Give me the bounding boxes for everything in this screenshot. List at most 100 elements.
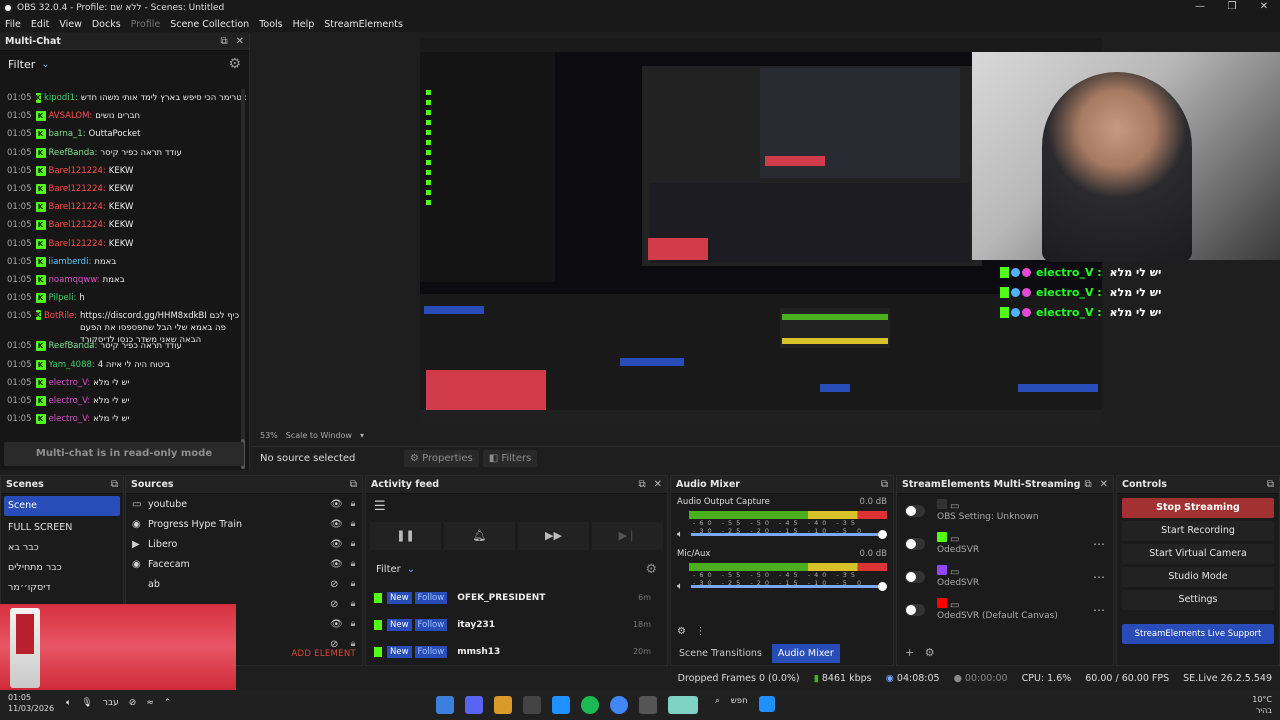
toggle-switch[interactable] bbox=[905, 603, 925, 616]
undock-icon[interactable]: ⧉ bbox=[1267, 479, 1274, 490]
message-user[interactable]: kipodi1: bbox=[44, 93, 78, 103]
gear-icon[interactable]: ⚙ bbox=[677, 626, 686, 637]
more-icon[interactable]: ⋯ bbox=[1093, 570, 1105, 584]
search-icon[interactable]: ⌕ bbox=[715, 696, 720, 714]
close-icon[interactable]: ✕ bbox=[236, 36, 244, 47]
undock-icon[interactable]: ⧉ bbox=[111, 479, 118, 490]
chat-filter[interactable]: Filter ⌄ ⚙ bbox=[0, 51, 249, 77]
menu-view[interactable]: View bbox=[54, 19, 87, 30]
eye-icon[interactable]: 👁︎ bbox=[330, 559, 344, 570]
source-item[interactable]: ab ⊘ 🔒︎ bbox=[126, 574, 362, 594]
source-item[interactable]: ▶ Libero 👁︎ 🔒︎ bbox=[126, 534, 362, 554]
event-user[interactable]: OFEK_PRESIDENT bbox=[457, 593, 545, 603]
close-icon[interactable]: ✕ bbox=[1100, 479, 1108, 490]
message-user[interactable]: Barel121224: bbox=[49, 166, 106, 176]
bell-icon[interactable]: 🔔︎ bbox=[444, 522, 515, 550]
message-user[interactable]: Yam_4088: bbox=[49, 360, 95, 370]
toggle-switch[interactable] bbox=[905, 570, 925, 583]
lock-icon[interactable]: 🔒︎ bbox=[344, 599, 362, 609]
scene-item[interactable]: FULL SCREEN bbox=[1, 518, 123, 538]
lang-indicator[interactable]: עבר bbox=[103, 698, 119, 708]
menu-file[interactable]: File bbox=[0, 19, 26, 30]
menu-tools[interactable]: Tools bbox=[254, 19, 287, 30]
speaker-icon[interactable]: 🔈︎ bbox=[677, 529, 691, 540]
event-user[interactable]: itay231 bbox=[457, 620, 495, 630]
minimize-button[interactable]: — bbox=[1184, 0, 1216, 16]
menu-profile[interactable]: Profile bbox=[126, 19, 166, 30]
event-user[interactable]: mmsh13 bbox=[457, 647, 500, 657]
properties-button[interactable]: ⚙ Properties bbox=[404, 450, 479, 467]
message-user[interactable]: Barel121224: bbox=[49, 220, 106, 230]
obs-app-icon[interactable] bbox=[436, 696, 454, 714]
file-explorer-icon[interactable] bbox=[639, 696, 657, 714]
eye-icon[interactable]: 👁︎ bbox=[330, 619, 344, 630]
hamburger-menu-icon[interactable]: ☰ bbox=[366, 494, 667, 518]
apps-grid-icon[interactable] bbox=[552, 696, 570, 714]
lock-icon[interactable]: 🔒︎ bbox=[344, 539, 362, 549]
add-element-button[interactable]: ADD ELEMENT bbox=[291, 649, 356, 659]
eye-icon[interactable]: 👁︎ bbox=[330, 519, 344, 530]
skip-end-icon[interactable]: ▶❘ bbox=[592, 522, 663, 550]
message-user[interactable]: ReefBanda: bbox=[49, 341, 98, 351]
wifi-icon[interactable]: ≈ bbox=[146, 698, 154, 708]
chevron-up-icon[interactable]: ⌃ bbox=[164, 698, 172, 708]
message-user[interactable]: iiamberdi: bbox=[49, 257, 92, 267]
speaker-icon[interactable]: 🔈︎ bbox=[66, 698, 71, 708]
gear-icon[interactable]: ⚙ bbox=[228, 56, 241, 72]
zoom-level[interactable]: 53% bbox=[260, 431, 278, 440]
search-label[interactable]: חפש bbox=[731, 696, 748, 714]
scene-item[interactable]: כבר מתחילים bbox=[1, 558, 123, 578]
message-user[interactable]: Barel121224: bbox=[49, 184, 106, 194]
tab-scene-transitions[interactable]: Scene Transitions bbox=[673, 644, 768, 663]
plus-icon[interactable]: + bbox=[905, 646, 914, 659]
lock-icon[interactable]: 🔒︎ bbox=[344, 559, 362, 569]
message-user[interactable]: electro_V: bbox=[49, 378, 91, 388]
message-user[interactable]: barna_1: bbox=[49, 129, 86, 139]
lock-icon[interactable]: 🔒︎ bbox=[344, 579, 362, 589]
undock-icon[interactable]: ⧉ bbox=[220, 36, 227, 47]
eye-icon[interactable]: 👁︎ bbox=[330, 539, 344, 550]
filters-button[interactable]: ◧ Filters bbox=[482, 450, 538, 467]
source-item[interactable]: ▭ youtube 👁︎ 🔒︎ bbox=[126, 494, 362, 514]
source-item[interactable]: ◉ Progress Hype Train 👁︎ 🔒︎ bbox=[126, 514, 362, 534]
message-user[interactable]: ReefBanda: bbox=[49, 148, 98, 158]
app-icon[interactable] bbox=[523, 696, 541, 714]
scene-item[interactable]: כבר בא bbox=[1, 538, 123, 558]
message-user[interactable]: Pilpeli: bbox=[49, 293, 77, 303]
toggle-switch[interactable] bbox=[905, 504, 925, 517]
eye-hidden-icon[interactable]: ⊘ bbox=[330, 579, 344, 590]
scene-item[interactable]: דיסקו׳׳מר bbox=[1, 578, 123, 598]
undock-icon[interactable]: ⧉ bbox=[350, 479, 357, 490]
message-user[interactable]: Barel121224: bbox=[49, 202, 106, 212]
tab-audio-mixer[interactable]: Audio Mixer bbox=[771, 644, 840, 663]
menu-help[interactable]: Help bbox=[288, 19, 320, 30]
menu-streamelements[interactable]: StreamElements bbox=[319, 19, 408, 30]
weather-widget[interactable]: 10°C בהיר bbox=[1252, 694, 1272, 716]
toggle-switch[interactable] bbox=[905, 537, 925, 550]
close-icon[interactable]: ✕ bbox=[654, 479, 662, 490]
lock-icon[interactable]: 🔒︎ bbox=[344, 499, 362, 509]
pause-icon[interactable]: ❚❚ bbox=[370, 522, 441, 550]
mute-icon[interactable]: ⊘ bbox=[129, 698, 137, 708]
message-user[interactable]: noamqqww: bbox=[49, 275, 100, 285]
menu-edit[interactable]: Edit bbox=[26, 19, 54, 30]
chrome-app-icon[interactable] bbox=[610, 696, 628, 714]
chat-scrollbar[interactable] bbox=[241, 89, 245, 469]
app-icon[interactable] bbox=[494, 696, 512, 714]
lock-icon[interactable]: 🔒︎ bbox=[344, 519, 362, 529]
more-icon[interactable]: ⋯ bbox=[1093, 603, 1105, 617]
start-recording-button[interactable]: Start Recording bbox=[1122, 521, 1274, 541]
scene-item[interactable]: Scene bbox=[4, 496, 120, 516]
widget-icon[interactable] bbox=[668, 696, 698, 714]
message-user[interactable]: electro_V: bbox=[49, 414, 91, 424]
source-item[interactable]: ◉ Facecam 👁︎ 🔒︎ bbox=[126, 554, 362, 574]
chevron-down-icon[interactable]: ▾ bbox=[360, 431, 364, 440]
message-user[interactable]: AVSALOM: bbox=[49, 111, 93, 121]
activity-filter[interactable]: Filter ⌄ ⚙ bbox=[366, 554, 667, 584]
scale-mode[interactable]: Scale to Window bbox=[286, 431, 352, 440]
mic-icon[interactable]: 🎙︎ bbox=[81, 698, 92, 708]
volume-slider[interactable] bbox=[691, 530, 887, 539]
studio-mode-button[interactable]: Studio Mode bbox=[1122, 567, 1274, 587]
live-support-button[interactable]: StreamElements Live Support bbox=[1122, 624, 1274, 644]
lock-icon[interactable]: 🔒︎ bbox=[344, 619, 362, 629]
